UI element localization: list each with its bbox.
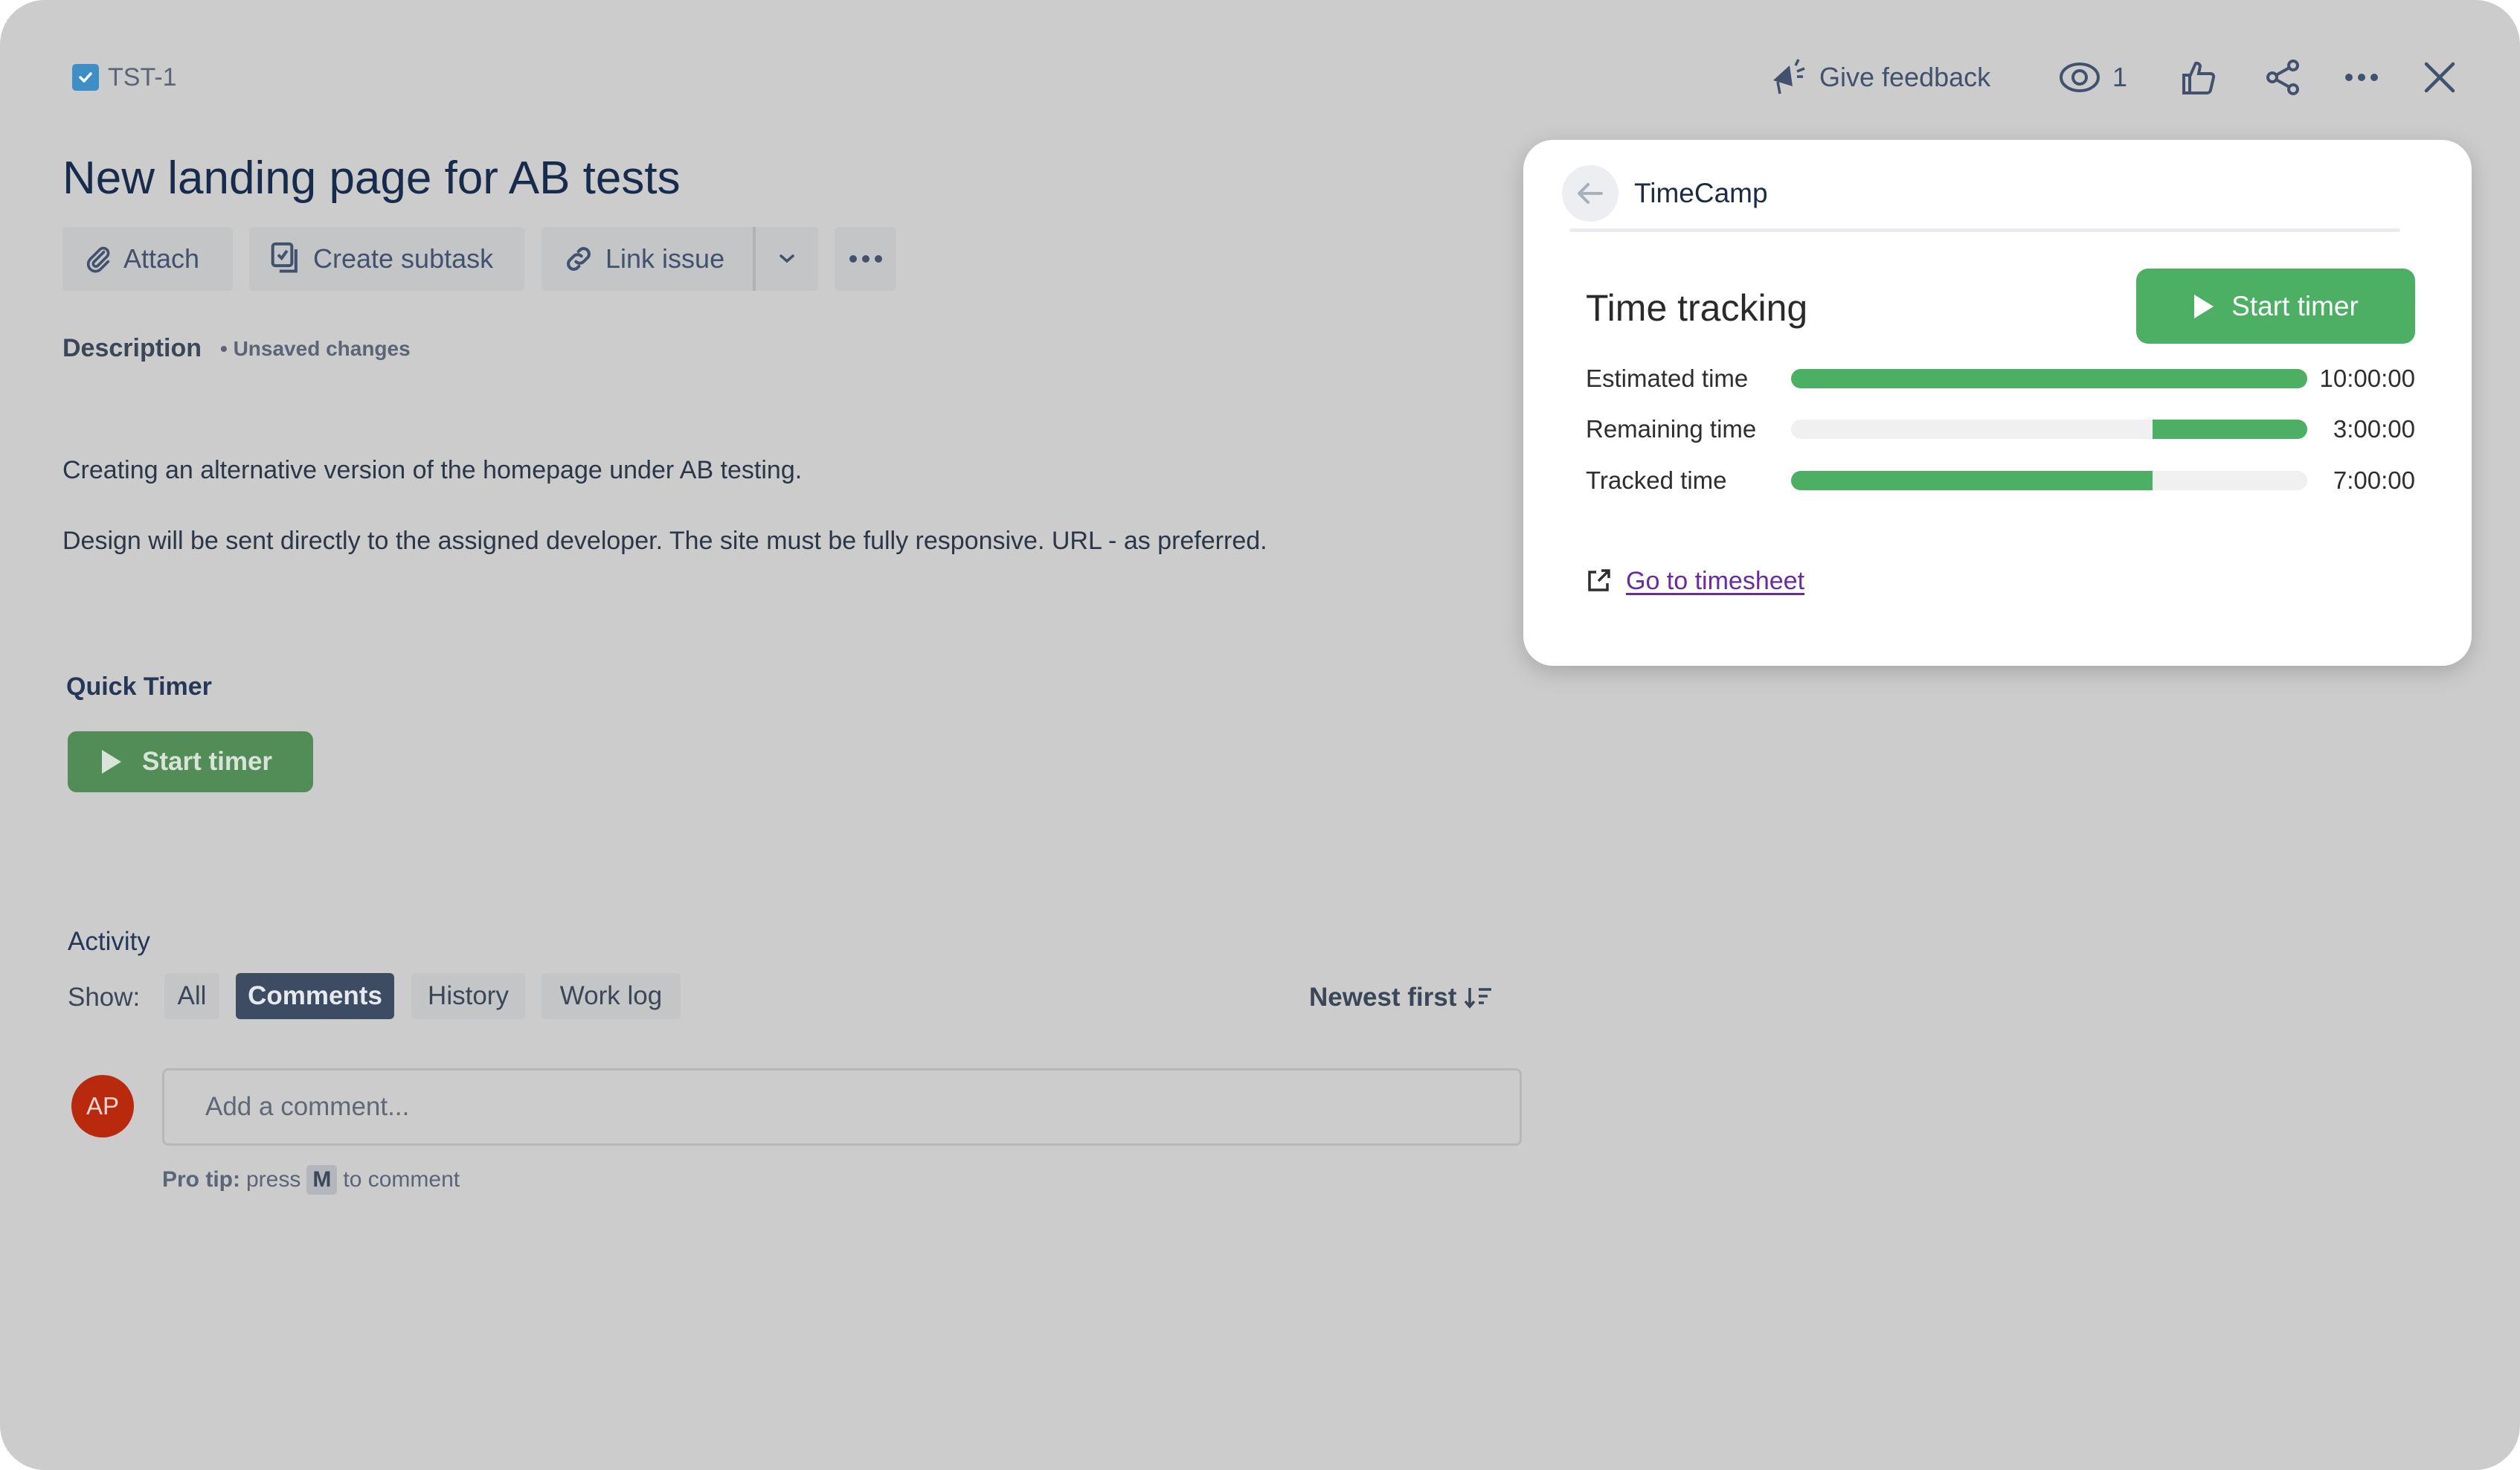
keyboard-shortcut-key: M [306, 1165, 338, 1195]
go-to-timesheet-link[interactable]: Go to timesheet [1626, 566, 1804, 596]
issue-title[interactable]: New landing page for AB tests [62, 147, 681, 210]
watchers-count: 1 [2112, 62, 2128, 92]
more-options-button[interactable] [2343, 55, 2380, 100]
description-paragraph[interactable]: Creating an alternative version of the h… [62, 455, 802, 486]
tab-all[interactable]: All [164, 973, 219, 1019]
timecamp-panel: TimeCamp Time tracking Start timer Estim… [1523, 140, 2472, 666]
timecamp-start-timer-button[interactable]: Start timer [2136, 269, 2415, 344]
share-icon [2266, 60, 2299, 95]
avatar-initials: AP [86, 1092, 120, 1120]
issue-key-link[interactable]: TST-1 [108, 62, 177, 92]
description-paragraph[interactable]: Design will be sent directly to the assi… [62, 525, 1267, 556]
time-row-value: 10:00:00 [2319, 365, 2415, 392]
timesheet-link-row[interactable]: Go to timesheet [1586, 566, 1804, 596]
sort-order-button[interactable]: Newest first [1309, 982, 1494, 1013]
issue-view: TST-1 New landing page for AB tests Atta… [0, 0, 2520, 1470]
time-row-label: Estimated time [1586, 365, 1749, 392]
timecamp-app-name: TimeCamp [1634, 178, 1768, 208]
link-issue-label: Link issue [605, 243, 725, 274]
time-tracking-title: Time tracking [1586, 287, 1808, 329]
watch-button[interactable]: 1 [2059, 55, 2127, 100]
time-progress-fill [1791, 369, 2307, 388]
subtask-icon [271, 242, 298, 273]
sort-order-label: Newest first [1309, 983, 1457, 1012]
pro-tip-label: Pro tip: [162, 1167, 240, 1192]
megaphone-icon [1773, 59, 1805, 94]
time-row-label: Remaining time [1586, 415, 1757, 443]
play-icon [2194, 294, 2214, 318]
link-icon [567, 247, 591, 271]
time-row-value: 3:00:00 [2333, 415, 2415, 443]
create-subtask-button[interactable]: Create subtask [249, 227, 524, 291]
pro-tip-text: press [246, 1167, 301, 1192]
back-button[interactable] [1562, 165, 1619, 222]
link-issue-dropdown[interactable] [753, 227, 818, 291]
chevron-down-icon [780, 254, 794, 263]
thumbs-up-icon [2182, 61, 2216, 94]
task-type-icon [72, 64, 99, 91]
close-button[interactable] [2423, 55, 2456, 100]
show-label: Show: [68, 983, 141, 1012]
sort-descending-icon [1465, 988, 1492, 1009]
pro-tip-text: to comment [343, 1167, 460, 1192]
give-feedback-label: Give feedback [1819, 62, 1991, 92]
pro-tip: Pro tip: press M to comment [162, 1165, 460, 1195]
tab-history[interactable]: History [411, 973, 525, 1019]
eye-icon [2060, 62, 2100, 92]
time-progress-fill [1791, 471, 2153, 490]
close-icon [2424, 62, 2455, 93]
quick-timer-start-label: Start timer [142, 747, 273, 776]
comment-input[interactable] [162, 1068, 1522, 1146]
time-row-label: Tracked time [1586, 466, 1727, 494]
attach-button[interactable]: Attach [62, 227, 233, 291]
time-progress-bar [1791, 420, 2307, 439]
header-divider [1569, 228, 2400, 232]
timecamp-start-timer-label: Start timer [2231, 290, 2359, 321]
more-icon [2345, 74, 2378, 81]
paperclip-icon [86, 246, 110, 273]
more-icon [849, 255, 882, 263]
tab-comments[interactable]: Comments [236, 973, 394, 1019]
quick-timer-label: Quick Timer [66, 673, 212, 701]
external-link-icon [1588, 569, 1610, 591]
share-button[interactable] [2265, 55, 2302, 100]
description-label: Description [62, 334, 202, 362]
user-avatar: AP [71, 1075, 134, 1137]
give-feedback-button[interactable]: Give feedback [1770, 55, 1990, 100]
time-progress-fill [2152, 420, 2307, 439]
unsaved-changes-indicator: • Unsaved changes [220, 337, 411, 360]
more-actions-button[interactable] [835, 227, 896, 291]
link-issue-button[interactable]: Link issue [541, 227, 753, 291]
time-progress-bar [1791, 471, 2307, 490]
attach-label: Attach [123, 243, 200, 274]
tab-work-log[interactable]: Work log [541, 973, 681, 1019]
arrow-left-icon [1578, 183, 1603, 204]
like-button[interactable] [2181, 55, 2217, 100]
play-icon [102, 750, 121, 774]
time-row-value: 7:00:00 [2333, 466, 2415, 494]
activity-heading: Activity [68, 927, 150, 956]
time-progress-bar [1791, 369, 2307, 388]
create-subtask-label: Create subtask [313, 243, 494, 274]
quick-timer-start-button[interactable]: Start timer [68, 731, 313, 792]
